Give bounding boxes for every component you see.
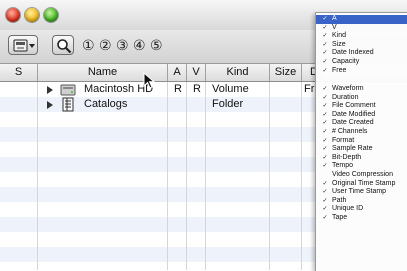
checkmark-icon: ✓ [322,196,328,204]
checkmark-icon: ✓ [322,49,328,57]
preset-2-button[interactable]: ② [99,38,112,54]
column-divider [269,82,270,270]
mouse-pointer-icon [143,72,156,89]
menu-item[interactable]: ✓ Date Created [316,119,407,128]
menu-item[interactable]: ✓ Kind [316,32,407,41]
checkmark-icon: ✓ [322,153,328,161]
checkmark-icon: ✓ [322,40,328,48]
disk-menu-icon [13,39,35,52]
menu-item[interactable]: ✓ Size [316,41,407,50]
checkmark-icon: ✓ [322,85,328,92]
checkmark-icon: ✓ [322,162,328,170]
checkmark-icon: ✓ [322,128,328,135]
checkmark-icon: ✓ [322,205,328,213]
column-header-s[interactable]: S [0,64,38,81]
checkmark-icon: ✓ [322,66,328,74]
menu-item[interactable]: ✓ A [316,15,407,24]
preset-5-button[interactable]: ⑤ [150,38,163,54]
zoom-window-button[interactable] [44,8,58,22]
checkmark-icon: ✓ [322,188,328,196]
search-button[interactable] [52,35,74,55]
menu-item[interactable]: ✓ Date Indexed [316,49,407,58]
checkmark-icon: ✓ [322,58,328,65]
toolbar-menu-button[interactable] [8,35,38,55]
checkmark-icon: ✓ [322,102,328,110]
checkmark-icon: ✓ [322,93,328,101]
row-name: Catalogs [84,98,128,110]
menu-item[interactable]: ✓ Waveform [316,85,407,94]
preset-3-button[interactable]: ③ [116,38,129,54]
menu-item[interactable]: ✓ File Comment [316,102,407,111]
preset-1-button[interactable]: ① [82,38,95,54]
row-kind: Folder [212,98,244,110]
column-header-a[interactable]: A [168,64,187,81]
menu-item[interactable]: ✓ Bit-Depth [316,154,407,163]
menu-item[interactable]: ✓ Date Modified [316,111,407,120]
checkmark-icon: ✓ [322,214,328,221]
checkmark-icon: ✓ [322,15,328,22]
row-v: R [193,83,201,95]
menu-item[interactable]: ✓ Duration [316,94,407,103]
menu-item[interactable]: ✓ Tempo [316,162,407,171]
checkmark-icon: ✓ [322,145,328,153]
close-window-button[interactable] [6,8,20,22]
checkmark-icon: ✓ [322,179,328,187]
checkmark-icon: ✓ [322,32,328,40]
column-divider [205,82,206,270]
disclosure-triangle-icon[interactable] [47,101,53,109]
column-divider [186,82,187,270]
minimize-window-button[interactable] [25,8,39,22]
column-divider [301,82,302,270]
menu-item[interactable]: ✓ Capacity [316,58,407,67]
menu-item[interactable]: ✓ Original Time Stamp [316,180,407,189]
menu-item[interactable]: ✓ Free [316,67,407,76]
checkmark-icon: ✓ [322,136,328,144]
menu-item[interactable]: ✓ Unique ID [316,205,407,214]
column-header-kind[interactable]: Kind [206,64,270,81]
column-header-size[interactable]: Size [270,64,302,81]
menu-item[interactable]: ✓ V [316,24,407,33]
row-a: R [174,83,182,95]
menu-item[interactable]: Video Compression [316,171,407,180]
menu-item[interactable]: ✓ Sample Rate [316,145,407,154]
menu-separator [316,79,407,80]
menu-item[interactable]: ✓ Format [316,137,407,146]
preset-4-button[interactable]: ④ [133,38,146,54]
menu-item[interactable]: ✓ Path [316,197,407,206]
checkmark-icon: ✓ [322,23,328,31]
row-kind: Volume [212,83,249,95]
menu-item[interactable]: ✓ User Time Stamp [316,188,407,197]
checkmark-icon: ✓ [322,110,328,118]
column-header-v[interactable]: V [187,64,206,81]
disclosure-triangle-icon[interactable] [47,86,53,94]
checkmark-icon: ✓ [322,119,328,127]
columns-menu: ✓ A ✓ V ✓ Kind ✓ Size ✓ Date Indexed ✓ Capacit… [315,12,407,271]
column-divider [37,82,38,270]
search-icon [57,39,72,54]
menu-item[interactable]: ✓ # Channels [316,128,407,137]
column-divider [167,82,168,270]
menu-item[interactable]: ✓ Tape [316,214,407,223]
